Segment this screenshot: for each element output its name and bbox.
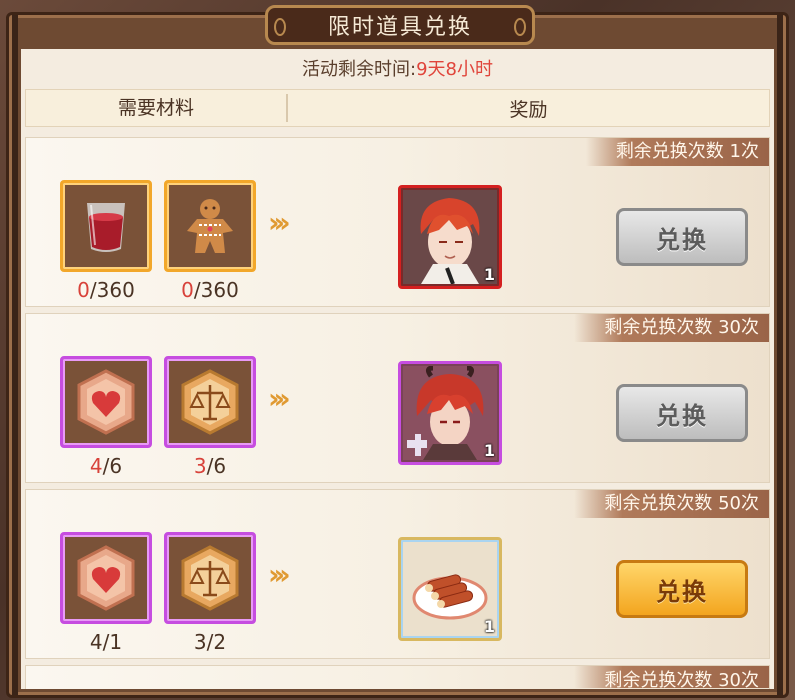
exchange-panel: 活动剩余时间:9天8小时 需要材料 奖励 剩余兑换次数 1次 0/360 0/3…	[6, 5, 789, 698]
panel-left-edge	[12, 15, 18, 695]
panel-right-edge	[777, 15, 783, 695]
timer-label: 活动剩余时间:	[302, 59, 417, 80]
exchange-button[interactable]: 兑换	[616, 384, 748, 442]
reward-quantity: 1	[483, 441, 495, 460]
material-count: 3/6	[193, 454, 227, 478]
arrow-indicator: ›››	[268, 206, 290, 239]
arrow-indicator: ›››	[268, 558, 290, 591]
reward-quantity: 1	[483, 265, 495, 284]
reward-slot[interactable]: 1	[398, 185, 502, 289]
material-slot[interactable]	[60, 356, 152, 448]
reward-slot[interactable]: 1	[398, 361, 502, 465]
exchange-row-1: 剩余兑换次数 1次 0/360 0/360 ››› 1 兑换	[25, 137, 770, 307]
title-banner: 限时道具兑换	[265, 5, 535, 45]
column-header: 需要材料 奖励	[25, 89, 770, 127]
material-count: 3/2	[193, 630, 227, 654]
exchange-row-2: 剩余兑换次数 30次 4/6 3/6 ››› 1 兑换	[25, 313, 770, 483]
window-title: 限时道具兑换	[327, 15, 472, 40]
material-count: 4/6	[89, 454, 123, 478]
reward-slot[interactable]: 1	[398, 537, 502, 641]
material-count: 4/1	[89, 630, 123, 654]
panel-content: 活动剩余时间:9天8小时 需要材料 奖励 剩余兑换次数 1次 0/360 0/3…	[21, 49, 774, 689]
gingerbread-cookie-icon	[187, 199, 233, 253]
heart-emblem-icon	[77, 369, 135, 435]
exchange-button[interactable]: 兑换	[616, 208, 748, 266]
reward-quantity: 1	[483, 617, 495, 636]
material-count: 0/360	[77, 278, 135, 302]
remaining-count: 剩余兑换次数 30次	[574, 666, 769, 689]
material-slot[interactable]	[60, 532, 152, 624]
banner-right-scroll	[514, 18, 526, 36]
material-count: 0/360	[181, 278, 239, 302]
scales-emblem-icon	[181, 369, 239, 435]
exchange-row-4-partial: 剩余兑换次数 30次	[25, 665, 770, 689]
materials-header: 需要材料	[26, 94, 288, 122]
scales-emblem-icon	[181, 545, 239, 611]
reward-header: 奖励	[509, 98, 548, 121]
material-slot[interactable]	[60, 180, 152, 272]
material-slot[interactable]	[164, 356, 256, 448]
timer-value: 9天8小时	[416, 59, 493, 80]
remaining-count: 剩余兑换次数 50次	[574, 490, 769, 518]
event-timer: 活动剩余时间:9天8小时	[21, 55, 774, 81]
material-slot[interactable]	[164, 180, 256, 272]
remaining-count: 剩余兑换次数 30次	[574, 314, 769, 342]
remaining-count: 剩余兑换次数 1次	[585, 138, 769, 166]
banner-left-scroll	[274, 18, 286, 36]
exchange-row-3: 剩余兑换次数 50次 4/1 3/2 ››› 1 兑换	[25, 489, 770, 659]
heart-emblem-icon	[77, 545, 135, 611]
exchange-button[interactable]: 兑换	[616, 560, 748, 618]
material-slot[interactable]	[164, 532, 256, 624]
juice-glass-icon	[87, 203, 125, 252]
arrow-indicator: ›››	[268, 382, 290, 415]
